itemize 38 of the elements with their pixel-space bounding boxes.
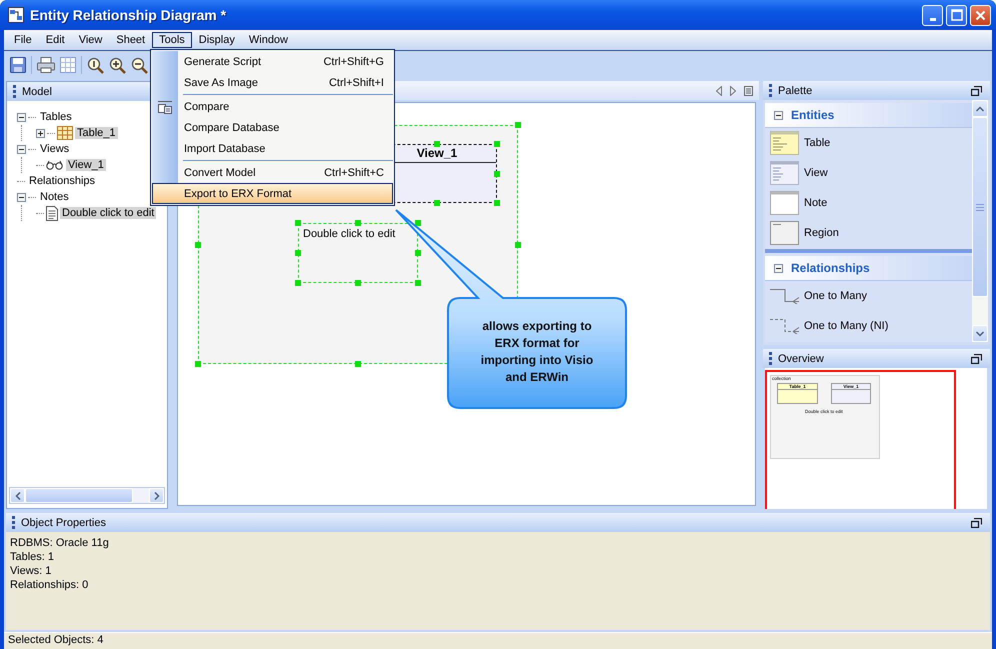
- property-line: Tables: 1: [10, 551, 56, 563]
- menu-item[interactable]: File: [7, 32, 39, 48]
- window-title: Entity Relationship Diagram *: [30, 7, 228, 23]
- palette-item[interactable]: Region: [804, 227, 839, 239]
- palette-group-header[interactable]: Entities: [765, 103, 972, 128]
- menu-item[interactable]: Save As Image Ctrl+Shift+I: [152, 72, 393, 93]
- tree-item[interactable]: Relationships: [27, 175, 98, 187]
- menu-item[interactable]: Edit: [38, 32, 72, 48]
- menu-item[interactable]: Sheet: [109, 32, 152, 48]
- tree-item[interactable]: Views: [38, 143, 72, 155]
- palette-item[interactable]: One to Many (NI): [804, 320, 888, 332]
- panel-title: Model: [22, 86, 53, 98]
- tree-item[interactable]: Notes: [38, 191, 71, 203]
- property-line: Views: 1: [10, 565, 52, 577]
- panel-title: Palette: [778, 84, 814, 96]
- menu-item[interactable]: Window: [242, 32, 295, 48]
- group-title: Entities: [791, 108, 834, 122]
- palette-item[interactable]: Note: [804, 197, 828, 209]
- panel-title: Object Properties: [21, 516, 107, 528]
- tree-item[interactable]: View_1: [66, 159, 106, 171]
- group-title: Relationships: [791, 261, 870, 275]
- tree-item[interactable]: Double click to edit: [60, 207, 156, 219]
- menu-item[interactable]: Tools: [152, 32, 192, 48]
- tree-item[interactable]: Tables: [38, 111, 74, 123]
- menu-item[interactable]: Display: [192, 32, 242, 48]
- menu-item[interactable]: View: [72, 32, 110, 48]
- property-line: Relationships: 0: [10, 579, 90, 591]
- tree-item[interactable]: Table_1: [75, 127, 118, 139]
- palette-item[interactable]: View: [804, 167, 828, 179]
- status-text: Selected Objects: 4: [8, 634, 104, 646]
- palette-item[interactable]: Table: [804, 137, 830, 149]
- property-line: RDBMS: Oracle 11g: [10, 537, 110, 549]
- palette-group-header[interactable]: Relationships: [765, 256, 972, 281]
- palette-item[interactable]: One to Many: [804, 290, 867, 302]
- menu-item[interactable]: Generate Script Ctrl+Shift+G: [152, 51, 393, 72]
- panel-title: Overview: [778, 352, 825, 364]
- menu-item[interactable]: Export to ERX Format: [152, 183, 393, 204]
- callout-text: allows exporting to ERX format for importing into Visio and ERWin: [480, 318, 594, 386]
